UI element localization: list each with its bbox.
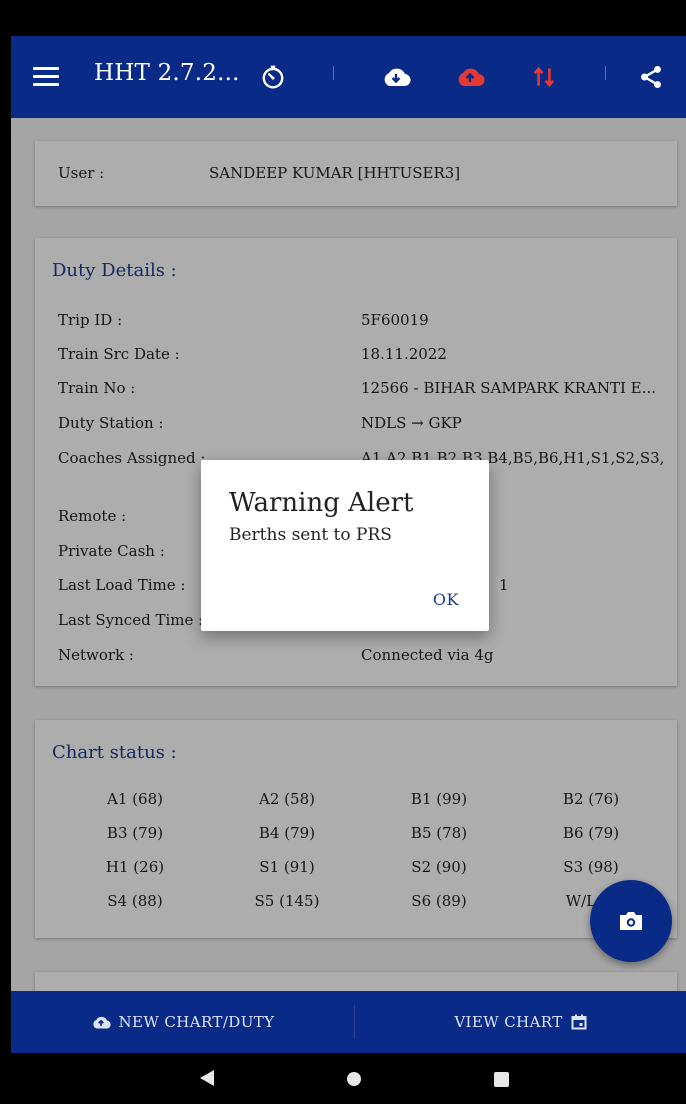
app-title: HHT 2.7.2... bbox=[94, 60, 240, 86]
ok-button[interactable]: OK bbox=[433, 590, 459, 609]
menu-icon[interactable] bbox=[33, 64, 59, 90]
camera-icon bbox=[620, 912, 642, 930]
app-bar: HHT 2.7.2... bbox=[11, 36, 686, 118]
toolbar-separator bbox=[605, 66, 606, 80]
dialog-message: Berths sent to PRS bbox=[229, 525, 392, 545]
camera-button[interactable] bbox=[590, 880, 672, 962]
recent-apps-icon[interactable] bbox=[494, 1072, 509, 1087]
dialog-title: Warning Alert bbox=[229, 488, 414, 518]
new-chart-duty-label: NEW CHART/DUTY bbox=[118, 1013, 275, 1031]
sync-icon[interactable] bbox=[529, 62, 559, 92]
view-chart-button[interactable]: VIEW CHART bbox=[355, 991, 686, 1053]
cloud-download-icon[interactable] bbox=[381, 62, 411, 92]
share-icon[interactable] bbox=[636, 62, 666, 92]
toolbar-separator bbox=[333, 66, 334, 80]
timer-icon[interactable] bbox=[258, 62, 288, 92]
bottom-action-bar: NEW CHART/DUTY VIEW CHART bbox=[11, 991, 686, 1053]
cloud-upload-icon[interactable] bbox=[455, 62, 485, 92]
back-icon[interactable] bbox=[200, 1070, 214, 1086]
warning-alert-dialog: Warning Alert Berths sent to PRS OK bbox=[201, 460, 489, 631]
home-icon[interactable] bbox=[347, 1072, 361, 1086]
calendar-icon bbox=[571, 1014, 587, 1030]
view-chart-label: VIEW CHART bbox=[454, 1013, 563, 1031]
system-nav-bar bbox=[11, 1053, 686, 1104]
new-chart-duty-button[interactable]: NEW CHART/DUTY bbox=[11, 991, 354, 1053]
cloud-upload-icon bbox=[92, 1016, 111, 1029]
status-bar bbox=[11, 0, 686, 36]
